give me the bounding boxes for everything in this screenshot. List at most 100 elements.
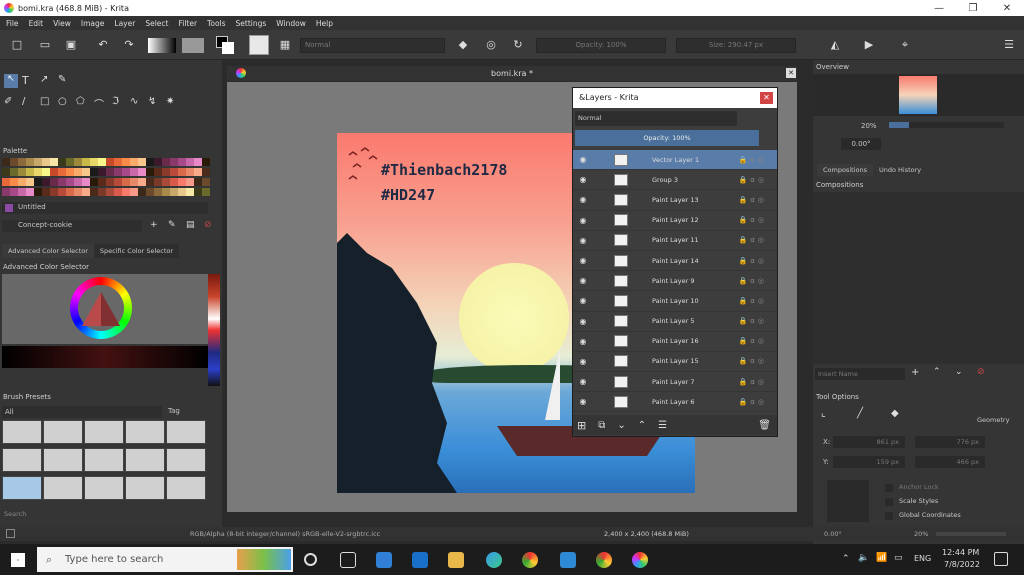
palette-swatch[interactable] xyxy=(194,188,202,196)
layers-close-icon[interactable]: ✕ xyxy=(760,92,773,104)
network-icon[interactable]: 📶 xyxy=(876,553,887,563)
anchor-lock-checkbox[interactable] xyxy=(885,484,893,492)
palette-swatch[interactable] xyxy=(18,178,26,186)
mail-icon[interactable] xyxy=(412,552,428,568)
layer-row[interactable]: ◉ Paint Layer 14 🔒α◎ xyxy=(573,251,777,272)
palette-swatch[interactable] xyxy=(58,168,66,176)
menu-help[interactable]: Help xyxy=(316,19,333,28)
edit-swatch-icon[interactable]: ✎ xyxy=(168,220,176,230)
palette-swatch[interactable] xyxy=(42,178,50,186)
palette-swatch[interactable] xyxy=(58,188,66,196)
palette-swatch[interactable] xyxy=(202,168,210,176)
brush-tag-button[interactable]: Tag xyxy=(168,407,180,415)
add-swatch-icon[interactable]: + xyxy=(150,220,158,230)
menu-select[interactable]: Select xyxy=(145,19,168,28)
delete-composition-icon[interactable]: ⊘ xyxy=(977,367,985,377)
color-triangle[interactable] xyxy=(80,290,122,328)
tab-specific-color-selector[interactable]: Specific Color Selector xyxy=(93,244,180,258)
layer-row[interactable]: ◉ Paint Layer 16 🔒α◎ xyxy=(573,332,777,352)
notification-center-icon[interactable] xyxy=(994,552,1008,566)
layer-row[interactable]: ◉ Paint Layer 10 🔒α◎ xyxy=(573,291,777,312)
color-sliders[interactable] xyxy=(2,346,208,368)
palette-swatch[interactable] xyxy=(2,188,10,196)
x-position-field[interactable]: 861 px xyxy=(833,436,905,448)
maximize-button[interactable]: ❐ xyxy=(956,3,990,14)
minimize-button[interactable]: — xyxy=(922,3,956,14)
brush-preset-15[interactable] xyxy=(166,476,206,500)
visibility-eye-icon[interactable]: ◉ xyxy=(576,236,590,245)
layer-opacity-slider[interactable]: Opacity: 100% xyxy=(575,130,759,146)
color-wheel-area[interactable] xyxy=(2,274,208,344)
composition-name-input[interactable]: Insert Name xyxy=(815,368,905,380)
palette-swatch[interactable] xyxy=(146,168,154,176)
palette-swatch[interactable] xyxy=(162,188,170,196)
menu-file[interactable]: File xyxy=(6,19,19,28)
palette-swatch[interactable] xyxy=(82,158,90,166)
edge-browser-icon[interactable] xyxy=(486,552,502,568)
brush-preset-12[interactable] xyxy=(43,476,83,500)
palette-swatch[interactable] xyxy=(130,158,138,166)
palette-swatch[interactable] xyxy=(106,178,114,186)
palette-swatch[interactable] xyxy=(170,158,178,166)
brush-search-label[interactable]: Search xyxy=(4,510,26,518)
palette-swatch[interactable] xyxy=(114,188,122,196)
toolbar-menu-icon[interactable]: ☰ xyxy=(1002,38,1016,52)
palette-swatch[interactable] xyxy=(82,188,90,196)
palette-swatch[interactable] xyxy=(10,168,18,176)
layer-lock-alpha-icons[interactable]: 🔒α◎ xyxy=(739,337,767,345)
layer-lock-alpha-icons[interactable]: 🔒α◎ xyxy=(739,398,767,406)
bezier-tool-icon[interactable]: ℑ xyxy=(112,96,119,107)
layer-lock-alpha-icons[interactable]: 🔒α◎ xyxy=(739,378,767,386)
layer-row[interactable]: ◉ Paint Layer 15 🔒α◎ xyxy=(573,352,777,373)
pattern-preset-icon[interactable] xyxy=(182,38,204,53)
palette-swatch[interactable] xyxy=(186,178,194,186)
palette-swatch[interactable] xyxy=(90,168,98,176)
palette-swatch[interactable] xyxy=(178,168,186,176)
layer-properties-icon[interactable]: ☰ xyxy=(658,420,667,431)
status-zoom-slider[interactable] xyxy=(936,532,1006,536)
palette-swatch[interactable] xyxy=(146,178,154,186)
visibility-eye-icon[interactable]: ◉ xyxy=(576,357,590,366)
global-coordinates-checkbox[interactable] xyxy=(885,512,893,520)
brush-preset-7[interactable] xyxy=(43,448,83,472)
visibility-eye-icon[interactable]: ◉ xyxy=(576,276,590,285)
palette-swatch[interactable] xyxy=(186,158,194,166)
menu-layer[interactable]: Layer xyxy=(114,19,135,28)
layer-lock-alpha-icons[interactable]: 🔒α◎ xyxy=(739,156,767,164)
brush-preset-14[interactable] xyxy=(125,476,165,500)
layer-row[interactable]: ◉ Paint Layer 11 🔒α◎ xyxy=(573,231,777,251)
move-composition-up-icon[interactable]: ⌃ xyxy=(933,367,941,377)
palette-swatch[interactable] xyxy=(50,158,58,166)
palette-swatch[interactable] xyxy=(98,158,106,166)
brush-preset-13[interactable] xyxy=(84,476,124,500)
add-composition-icon[interactable]: + xyxy=(911,367,919,378)
add-layer-icon[interactable]: ⊞ xyxy=(577,419,586,432)
duplicate-layer-icon[interactable]: ⧉ xyxy=(598,420,605,431)
visibility-eye-icon[interactable]: ◉ xyxy=(576,296,590,305)
palette-swatch[interactable] xyxy=(162,168,170,176)
palette-swatch[interactable] xyxy=(138,158,146,166)
tab-compositions[interactable]: Compositions xyxy=(817,164,873,176)
freehand-path-tool-icon[interactable]: ∿ xyxy=(130,96,138,107)
palette-swatch[interactable] xyxy=(138,168,146,176)
volume-icon[interactable]: 🔈 xyxy=(858,553,869,563)
palette-swatch[interactable] xyxy=(10,158,18,166)
palette-swatch[interactable] xyxy=(50,178,58,186)
brush-preset-5[interactable] xyxy=(166,420,206,444)
input-language[interactable]: ENG xyxy=(914,554,931,563)
scale-styles-checkbox[interactable] xyxy=(885,498,893,506)
palette-swatch[interactable] xyxy=(130,178,138,186)
palette-swatch[interactable] xyxy=(114,168,122,176)
menu-tools[interactable]: Tools xyxy=(207,19,225,28)
brush-preset-2[interactable] xyxy=(43,420,83,444)
eraser-icon[interactable]: ◆ xyxy=(456,38,470,52)
zalo-icon[interactable] xyxy=(560,552,576,568)
chrome-icon[interactable] xyxy=(522,552,538,568)
layer-row[interactable]: ◉ Paint Layer 7 🔒α◎ xyxy=(573,372,777,393)
battery-icon[interactable]: ▭ xyxy=(894,553,903,563)
palette-swatch[interactable] xyxy=(122,188,130,196)
menu-settings[interactable]: Settings xyxy=(236,19,267,28)
width-field[interactable]: 776 px xyxy=(915,436,985,448)
foreground-background-color-icon[interactable] xyxy=(216,36,234,54)
overview-zoom-slider[interactable] xyxy=(889,122,1004,128)
